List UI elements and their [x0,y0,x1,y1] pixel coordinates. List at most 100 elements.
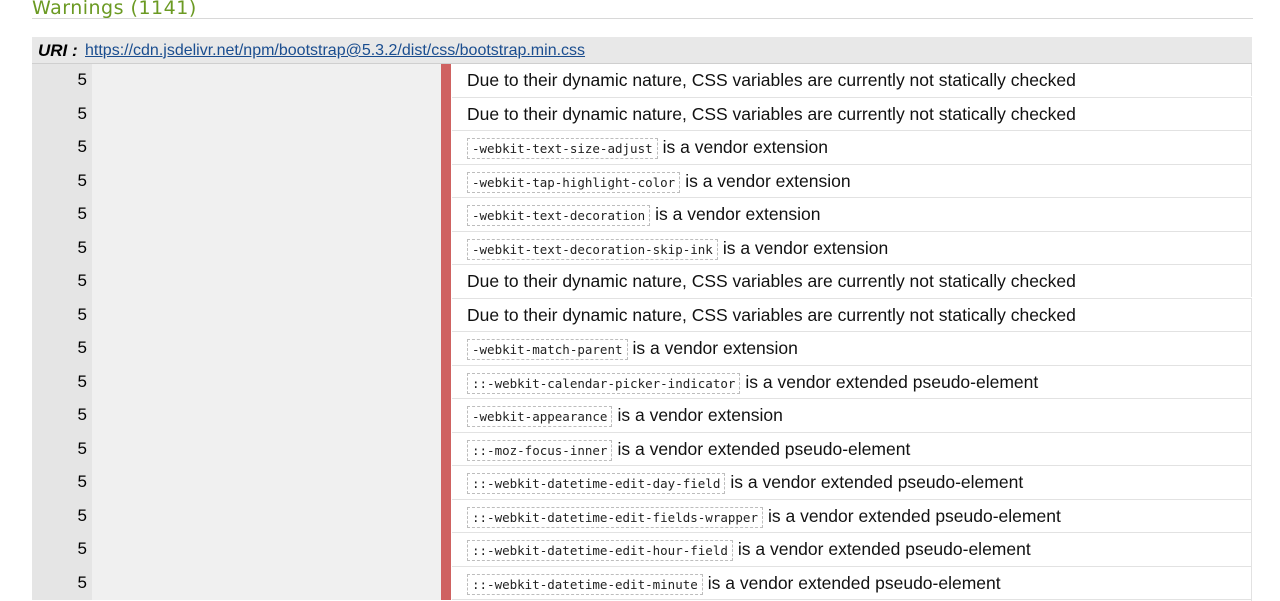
severity-bar [441,131,451,165]
heading-divider [32,18,1253,19]
property-code: ::-moz-focus-inner [467,439,613,461]
property-code: -webkit-appearance [467,406,613,427]
warning-row: 5::-webkit-datetime-edit-minute is a vend… [32,566,1252,601]
line-number: 5 [32,499,92,533]
line-number: 5 [32,231,92,265]
context-cell [92,298,441,332]
context-cell [92,399,441,433]
property-code: ::-webkit-calendar-picker-indicator [467,372,741,394]
warning-message: -webkit-text-decoration is a vendor exten… [467,198,1252,232]
context-cell [92,97,441,131]
cell-separator [451,231,452,265]
uri-link[interactable]: https://cdn.jsdelivr.net/npm/bootstrap@5… [85,42,585,60]
line-number: 5 [32,97,92,131]
cell-separator [451,332,452,366]
property-code: -webkit-tap-highlight-color [467,171,681,193]
line-number: 5 [32,64,92,98]
severity-bar [441,499,451,533]
severity-bar [441,399,451,433]
message-text: Due to their dynamic nature, CSS variabl… [467,70,1076,90]
cell-separator [451,533,452,567]
warning-row: 5::-webkit-calendar-picker-indicator is a… [32,365,1252,400]
cell-separator [451,566,452,600]
warning-message: -webkit-match-parent is a vendor extensio… [467,332,1252,366]
property-code: -webkit-text-decoration [467,205,651,226]
warning-message: ::-moz-focus-inner is a vendor extended p… [467,432,1252,467]
cell-separator [451,265,452,299]
message-text: is a vendor extension [685,170,851,191]
warning-message: -webkit-tap-highlight-color is a vendor e… [467,164,1252,199]
warning-row: 5 -webkit-tap-highlight-color is a vendor … [32,164,1252,199]
severity-bar [441,332,451,366]
cell-separator [451,164,452,198]
message-text: is a vendor extended pseudo-element [730,472,1024,492]
warning-row: 5 Due to their dynamic nature, CSS variab… [32,97,1252,131]
message-text: is a vendor extended pseudo-element [617,438,911,459]
cell-separator [451,432,452,466]
warning-message: -webkit-appearance is a vendor extension [467,399,1252,433]
warning-message: ::-webkit-calendar-picker-indicator is a … [467,365,1252,400]
message-text: is a vendor extension [722,237,889,258]
property-code: ::-webkit-datetime-edit-minute [467,573,703,595]
cell-separator [451,97,452,131]
property-code: -webkit-text-size-adjust [467,138,658,159]
severity-bar [441,64,451,98]
warning-row: 5 -webkit-appearance is a vendor extension [32,399,1252,433]
warning-row: 5::-webkit-datetime-edit-hour-field is a … [32,533,1252,567]
context-cell [92,365,441,399]
warning-row: 5::-webkit-datetime-edit-day-field is a v… [32,466,1252,500]
message-text: Due to their dynamic nature, CSS variabl… [467,103,1076,124]
property-code: -webkit-match-parent [467,339,628,360]
message-text: is a vendor extension [655,204,821,224]
warning-row: 5 -webkit-text-decoration-skip-ink is a ve… [32,231,1252,266]
cell-separator [451,399,452,433]
severity-bar [441,298,451,332]
context-cell [92,164,441,198]
cell-separator [451,198,452,232]
context-cell [92,466,441,500]
message-text: Due to their dynamic nature, CSS variabl… [467,271,1076,291]
message-text: is a vendor extended pseudo-element [767,505,1061,526]
message-text: is a vendor extended pseudo-element [707,572,1001,593]
context-cell [92,64,441,98]
warning-row: 5 -webkit-text-decoration is a vendor exte… [32,198,1252,232]
message-text: is a vendor extended pseudo-element [737,539,1031,559]
message-text: is a vendor extension [617,405,783,425]
line-number: 5 [32,198,92,232]
context-cell [92,432,441,466]
severity-bar [441,365,451,399]
line-number: 5 [32,265,92,299]
line-number: 5 [32,466,92,500]
warning-row: 5::-webkit-datetime-edit-fields-wrapper i… [32,499,1252,534]
warnings-table: 5 Due to their dynamic nature, CSS variab… [32,64,1252,601]
warning-message: Due to their dynamic nature, CSS variabl… [467,298,1252,331]
cell-separator [451,499,452,533]
severity-bar [441,566,451,600]
message-text: Due to their dynamic nature, CSS variabl… [467,304,1076,325]
severity-bar [441,198,451,232]
warning-message: Due to their dynamic nature, CSS variabl… [467,64,1252,96]
warning-row: 5::-moz-focus-inner is a vendor extended … [32,432,1252,467]
uri-label: URI : [38,41,78,60]
line-number: 5 [32,533,92,567]
context-cell [92,198,441,232]
warning-message: -webkit-text-size-adjust is a vendor exte… [467,131,1252,165]
context-cell [92,265,441,299]
line-number: 5 [32,365,92,399]
warning-message: ::-webkit-datetime-edit-hour-field is a v… [467,533,1252,567]
cell-separator [451,298,452,332]
warning-message: ::-webkit-datetime-edit-minute is a vendo… [467,566,1252,601]
context-cell [92,332,441,366]
message-text: is a vendor extension [632,338,798,358]
warning-row: 5 -webkit-match-parent is a vendor extensi… [32,332,1252,366]
line-number: 5 [32,164,92,198]
line-number: 5 [32,298,92,332]
message-text: is a vendor extended pseudo-element [745,371,1039,392]
warnings-heading: Warnings (1141) [32,0,197,19]
line-number: 5 [32,399,92,433]
warning-row: 5 Due to their dynamic nature, CSS variab… [32,265,1252,299]
warning-message: ::-webkit-datetime-edit-fields-wrapper is… [467,499,1252,534]
property-code: ::-webkit-datetime-edit-hour-field [467,540,733,561]
context-cell [92,231,441,265]
severity-bar [441,265,451,299]
